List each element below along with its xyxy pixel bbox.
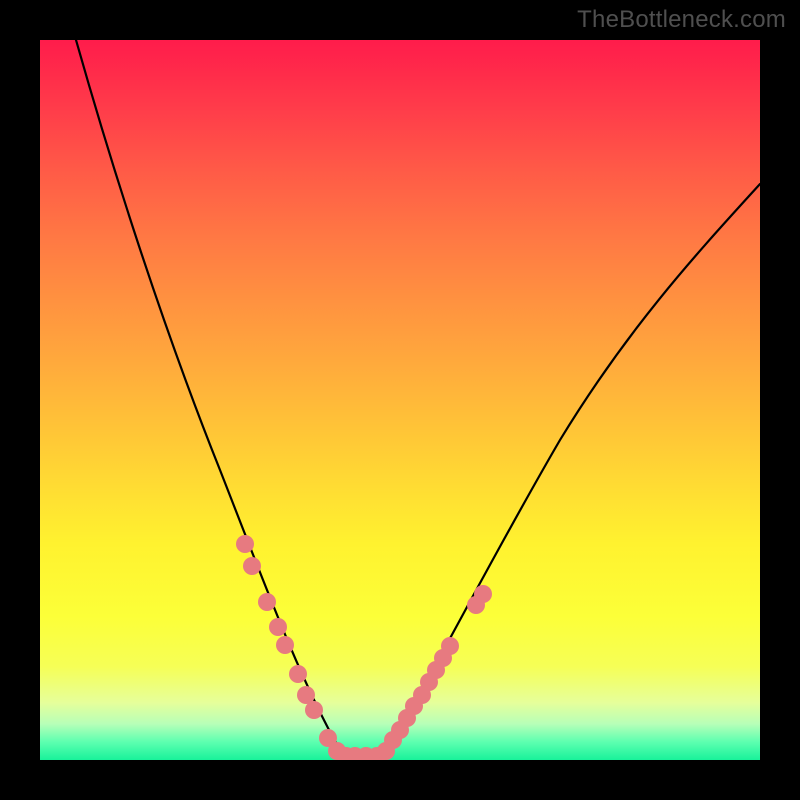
- bead: [236, 535, 254, 553]
- beads-group: [236, 535, 492, 760]
- plot-area: [40, 40, 760, 760]
- bead: [269, 618, 287, 636]
- bead: [258, 593, 276, 611]
- chart-stage: TheBottleneck.com: [0, 0, 800, 800]
- bead: [305, 701, 323, 719]
- bead: [289, 665, 307, 683]
- bead: [276, 636, 294, 654]
- bead: [243, 557, 261, 575]
- watermark-text: TheBottleneck.com: [577, 6, 786, 34]
- bead: [474, 585, 492, 603]
- left-curve: [76, 40, 346, 756]
- chart-svg: [40, 40, 760, 760]
- bead: [441, 637, 459, 655]
